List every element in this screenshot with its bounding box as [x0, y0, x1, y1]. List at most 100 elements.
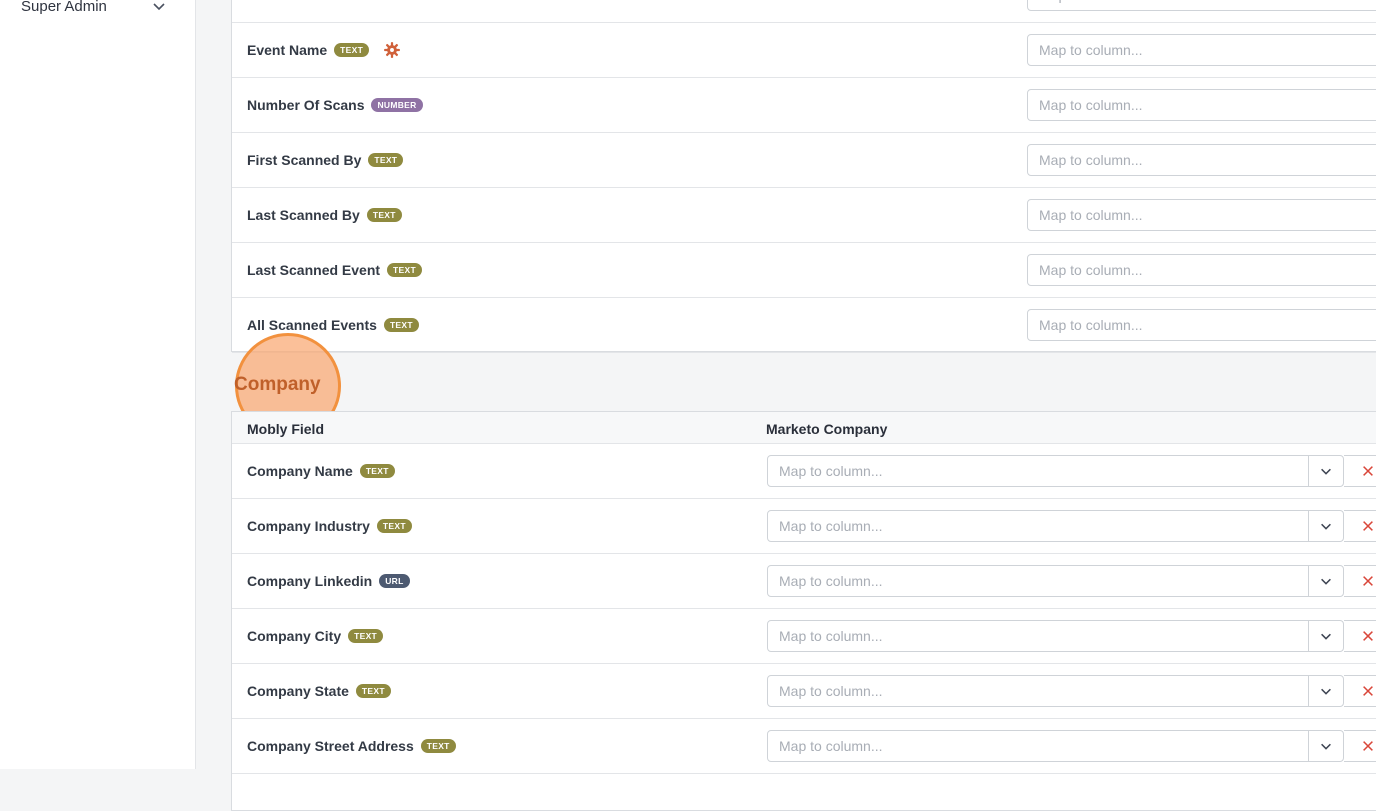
event-fields-card: Map to column... Event Name TEXT Map to co… [231, 0, 1376, 353]
clear-mapping-button[interactable] [1344, 675, 1376, 707]
field-name: Last Scanned Event [247, 262, 381, 278]
map-column-input[interactable]: Map to column... [1027, 34, 1376, 66]
field-name: Company Industry [247, 518, 370, 534]
map-column-placeholder: Map to column... [779, 463, 883, 479]
field-name: Company City [247, 628, 342, 644]
map-column-placeholder: Map to column... [779, 683, 883, 699]
field-name: Company Linkedin [247, 573, 373, 589]
map-column-input[interactable]: Map to column... [1027, 0, 1376, 11]
field-label: Event Name TEXT [247, 41, 401, 59]
field-name: Number Of Scans [247, 97, 365, 113]
table-row: Last Scanned By TEXT Map to column... [232, 188, 1376, 243]
field-label: Company State TEXT [247, 683, 391, 699]
sidebar-item-label: Super Admin [21, 0, 107, 15]
map-column-placeholder: Map to column... [1039, 152, 1143, 168]
field-label: Last Scanned By TEXT [247, 207, 402, 223]
clear-mapping-button[interactable] [1344, 455, 1376, 487]
map-column-placeholder: Map to column... [1039, 0, 1143, 3]
chevron-down-icon [1321, 523, 1331, 530]
gear-icon[interactable] [383, 41, 401, 59]
chevron-down-icon [1321, 633, 1331, 640]
map-column-input[interactable]: Map to column... [1027, 199, 1376, 231]
chevron-down-icon [1321, 688, 1331, 695]
map-column-input[interactable]: Map to column... [1027, 144, 1376, 176]
chevron-down-icon [1321, 743, 1331, 750]
section-title-company: Company [234, 374, 321, 395]
field-label: Number Of Scans NUMBER [247, 97, 423, 113]
company-fields-card: Mobly Field Marketo Company Company Name… [231, 411, 1376, 811]
map-column-select[interactable]: Map to column... [767, 730, 1344, 762]
map-column-placeholder: Map to column... [1039, 97, 1143, 113]
column-header-marketo-company: Marketo Company [766, 421, 888, 437]
field-name: Company State [247, 683, 349, 699]
field-name: Event Name [247, 42, 328, 58]
close-icon [1362, 521, 1373, 531]
table-row: Company Street Address TEXT Map to column.… [232, 719, 1376, 774]
map-column-select[interactable]: Map to column... [767, 565, 1344, 597]
close-icon [1362, 466, 1373, 476]
field-label: Company Street Address TEXT [247, 738, 456, 754]
main-content: Map to column... Event Name TEXT Map to co… [196, 0, 1376, 811]
type-badge: NUMBER [371, 98, 423, 112]
type-badge: TEXT [420, 739, 456, 753]
column-header-mobly-field: Mobly Field [247, 421, 324, 437]
map-column-placeholder: Map to column... [779, 628, 883, 644]
table-row: Company Name TEXT Map to column... [232, 444, 1376, 499]
type-badge: URL [379, 574, 410, 588]
table-row: All Scanned Events TEXT Map to column... [232, 298, 1376, 353]
field-label: Company City TEXT [247, 628, 384, 644]
map-column-select[interactable]: Map to column... [767, 620, 1344, 652]
map-column-placeholder: Map to column... [1039, 207, 1143, 223]
dropdown-toggle[interactable] [1308, 566, 1343, 596]
map-column-select[interactable]: Map to column... [767, 455, 1344, 487]
field-name: All Scanned Events [247, 317, 377, 333]
map-column-placeholder: Map to column... [779, 518, 883, 534]
table-row: Company City TEXT Map to column... [232, 609, 1376, 664]
dropdown-toggle[interactable] [1308, 511, 1343, 541]
table-row: First Scanned By TEXT Map to column... [232, 133, 1376, 188]
table-row: Company State TEXT Map to column... [232, 664, 1376, 719]
map-column-placeholder: Map to column... [779, 573, 883, 589]
type-badge: TEXT [376, 519, 412, 533]
map-column-input[interactable]: Map to column... [1027, 309, 1376, 341]
map-column-placeholder: Map to column... [1039, 262, 1143, 278]
type-badge: TEXT [366, 208, 402, 222]
dropdown-toggle[interactable] [1308, 676, 1343, 706]
table-row: Event Name TEXT Map to column... [232, 23, 1376, 78]
type-badge: TEXT [359, 464, 395, 478]
dropdown-toggle[interactable] [1308, 731, 1343, 761]
chevron-down-icon [153, 3, 165, 11]
map-column-select[interactable]: Map to column... [767, 675, 1344, 707]
type-badge: TEXT [387, 263, 422, 277]
field-label: Last Scanned Event TEXT [247, 262, 422, 278]
sidebar-item-super-admin[interactable]: Super Admin [0, 0, 195, 24]
chevron-down-icon [1321, 468, 1331, 475]
clear-mapping-button[interactable] [1344, 510, 1376, 542]
map-column-select[interactable]: Map to column... [767, 510, 1344, 542]
table-row: Company Industry TEXT Map to column... [232, 499, 1376, 554]
type-badge: TEXT [383, 318, 419, 332]
field-label: Company Name TEXT [247, 463, 395, 479]
close-icon [1362, 686, 1373, 696]
clear-mapping-button[interactable] [1344, 565, 1376, 597]
chevron-down-icon [1321, 578, 1331, 585]
dropdown-toggle[interactable] [1308, 621, 1343, 651]
table-row: Number Of Scans NUMBER Map to column... [232, 78, 1376, 133]
field-label: All Scanned Events TEXT [247, 317, 419, 333]
field-name: Company Street Address [247, 738, 414, 754]
field-label: Company Industry TEXT [247, 518, 412, 534]
map-column-placeholder: Map to column... [1039, 317, 1143, 333]
type-badge: TEXT [334, 43, 370, 57]
sidebar: Super Admin [0, 0, 196, 769]
dropdown-toggle[interactable] [1308, 456, 1343, 486]
map-column-placeholder: Map to column... [1039, 42, 1143, 58]
table-row: Last Scanned Event TEXT Map to column... [232, 243, 1376, 298]
field-label: First Scanned By TEXT [247, 152, 404, 168]
field-label: Company Linkedin URL [247, 573, 410, 589]
clear-mapping-button[interactable] [1344, 620, 1376, 652]
map-column-input[interactable]: Map to column... [1027, 89, 1376, 121]
map-column-input[interactable]: Map to column... [1027, 254, 1376, 286]
type-badge: TEXT [348, 629, 384, 643]
clear-mapping-button[interactable] [1344, 730, 1376, 762]
field-name: First Scanned By [247, 152, 362, 168]
